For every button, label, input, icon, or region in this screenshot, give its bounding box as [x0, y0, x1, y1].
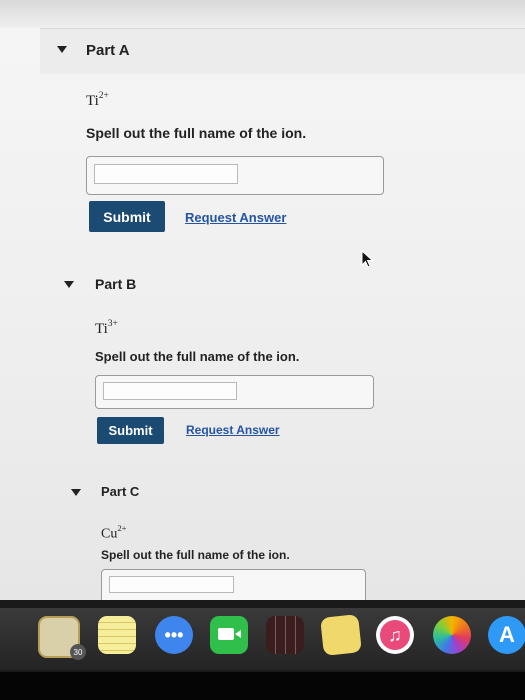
- notes-icon[interactable]: [98, 616, 136, 654]
- part-c-title[interactable]: Part C: [101, 484, 139, 499]
- part-c-answer-input[interactable]: [109, 576, 234, 593]
- ion-charge: 2+: [117, 523, 127, 534]
- part-a-request-answer-link[interactable]: Request Answer: [185, 210, 286, 225]
- part-b-title[interactable]: Part B: [95, 276, 136, 292]
- photo-booth-icon[interactable]: [266, 616, 304, 654]
- caret-down-icon[interactable]: [71, 489, 81, 496]
- top-edge: [0, 0, 525, 28]
- app-store-icon[interactable]: A: [488, 616, 525, 654]
- caret-down-icon[interactable]: [57, 46, 67, 53]
- part-a-ion: Ti2+: [86, 91, 109, 110]
- preview-icon[interactable]: 30: [38, 616, 86, 660]
- facetime-icon[interactable]: [210, 616, 248, 654]
- cursor-arrow-icon: [361, 249, 374, 268]
- bezel-bottom: [0, 672, 525, 700]
- part-a-prompt: Spell out the full name of the ion.: [86, 125, 307, 141]
- part-a-answer-input[interactable]: [94, 164, 238, 184]
- part-b-prompt: Spell out the full name of the ion.: [95, 349, 300, 364]
- part-c-ion: Cu2+: [101, 523, 127, 543]
- photos-icon[interactable]: [433, 616, 471, 654]
- part-a-submit-button[interactable]: Submit: [89, 201, 165, 232]
- part-b-submit-button[interactable]: Submit: [97, 417, 164, 444]
- part-c-prompt: Spell out the full name of the ion.: [101, 548, 290, 562]
- ion-charge: 3+: [107, 319, 118, 330]
- ion-symbol: Cu: [101, 526, 118, 542]
- ion-symbol: Ti: [86, 93, 99, 109]
- part-b-ion: Ti3+: [95, 319, 118, 338]
- part-b-answer-input[interactable]: [103, 382, 237, 400]
- messages-icon[interactable]: •••: [155, 616, 193, 654]
- part-b-request-answer-link[interactable]: Request Answer: [186, 423, 280, 437]
- ion-charge: 2+: [98, 91, 109, 102]
- ion-symbol: Ti: [95, 321, 108, 337]
- stickies-icon[interactable]: [320, 614, 362, 656]
- part-a-title[interactable]: Part A: [86, 42, 130, 59]
- browser-content: Part A Ti2+ Spell out the full name of t…: [0, 0, 525, 600]
- caret-down-icon[interactable]: [64, 281, 74, 288]
- calendar-badge: 30: [70, 644, 86, 660]
- itunes-icon[interactable]: ♫: [376, 616, 414, 654]
